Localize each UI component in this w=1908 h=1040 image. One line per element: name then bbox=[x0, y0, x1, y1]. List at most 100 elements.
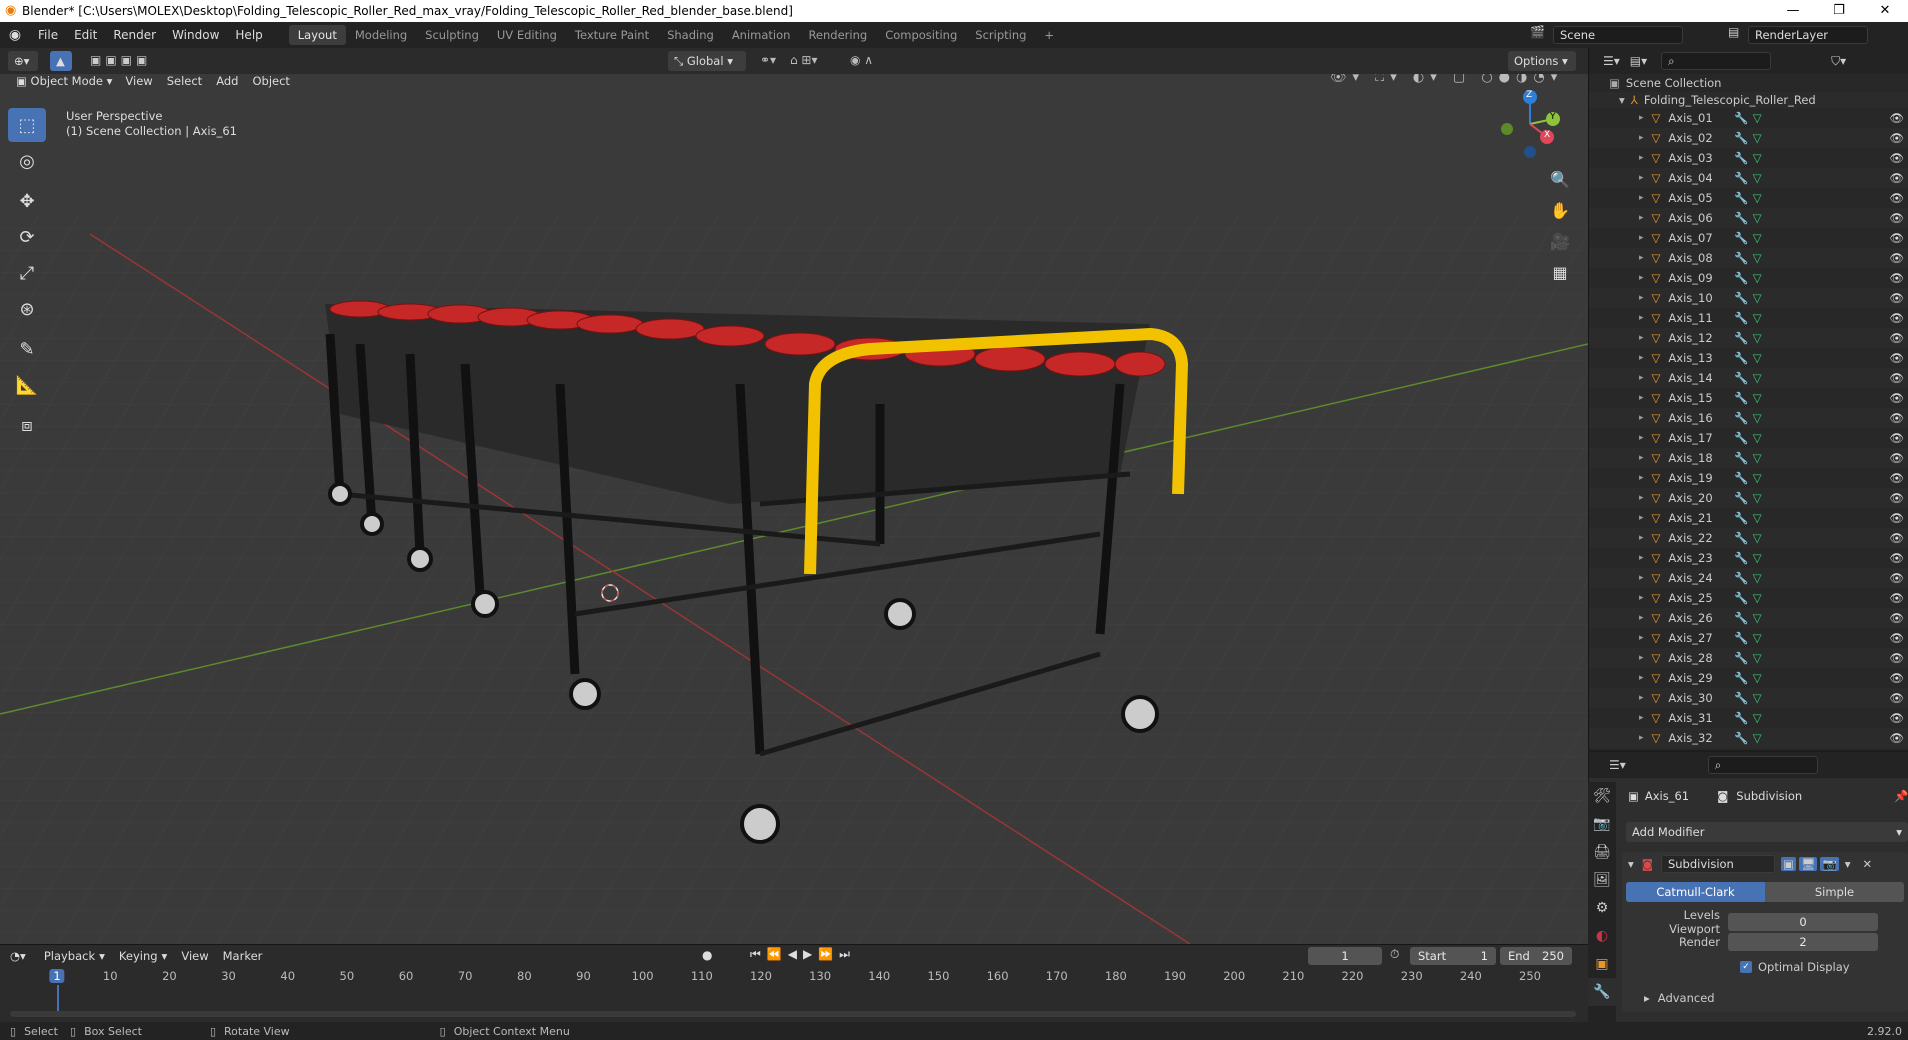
collapse-icon[interactable]: ▾ bbox=[1628, 857, 1634, 871]
outliner-item[interactable]: ▸ ▽ Axis_14 🔧 ▽ 👁 bbox=[1589, 368, 1908, 388]
modifier-wrench-icon[interactable]: 🔧 bbox=[1734, 431, 1748, 445]
visibility-eye-icon[interactable]: 👁 bbox=[1889, 391, 1904, 405]
visibility-eye-icon[interactable]: 👁 bbox=[1889, 491, 1904, 505]
visibility-eye-icon[interactable]: 👁 bbox=[1889, 111, 1904, 125]
outliner-item[interactable]: ▸ ▽ Axis_01 🔧 ▽ 👁 bbox=[1589, 108, 1908, 128]
perspective-grid-icon[interactable]: ▦ bbox=[1546, 257, 1574, 288]
expand-icon[interactable]: ▸ bbox=[1639, 493, 1644, 503]
visibility-eye-icon[interactable]: 👁 bbox=[1889, 251, 1904, 265]
expand-icon[interactable]: ▸ bbox=[1639, 333, 1644, 343]
filter-icon[interactable]: ⛉▾ bbox=[1831, 54, 1846, 69]
render-tab-icon[interactable]: 📷 bbox=[1588, 810, 1616, 838]
expand-icon[interactable]: ▸ bbox=[1639, 313, 1644, 323]
mesh-data-icon[interactable]: ▽ bbox=[1753, 651, 1762, 665]
visibility-eye-icon[interactable]: 👁 bbox=[1889, 551, 1904, 565]
modifier-name-input[interactable]: Subdivision bbox=[1660, 855, 1775, 873]
modifier-wrench-icon[interactable]: 🔧 bbox=[1734, 151, 1748, 165]
3d-viewport[interactable]: ▣ Object Mode ▾ View Select Add Object 👁… bbox=[0, 74, 1588, 944]
object-tab-icon[interactable]: ▣ bbox=[1588, 950, 1616, 978]
mesh-data-icon[interactable]: ▽ bbox=[1753, 711, 1762, 725]
visibility-eye-icon[interactable]: 👁 bbox=[1889, 651, 1904, 665]
modifier-wrench-icon[interactable]: 🔧 bbox=[1734, 331, 1748, 345]
expand-icon[interactable]: ▸ bbox=[1639, 213, 1644, 223]
modifier-wrench-icon[interactable]: 🔧 bbox=[1734, 671, 1748, 685]
viewport-toggle-icon[interactable]: 🖥 bbox=[1798, 857, 1818, 871]
mesh-data-icon[interactable]: ▽ bbox=[1753, 331, 1762, 345]
view-layer-tab-icon[interactable]: 🖼 bbox=[1588, 866, 1616, 894]
output-tab-icon[interactable]: 🖨 bbox=[1588, 838, 1616, 866]
mesh-data-icon[interactable]: ▽ bbox=[1753, 171, 1762, 185]
mesh-data-icon[interactable]: ▽ bbox=[1753, 151, 1762, 165]
mesh-data-icon[interactable]: ▽ bbox=[1753, 611, 1762, 625]
mesh-data-icon[interactable]: ▽ bbox=[1753, 211, 1762, 225]
visibility-eye-icon[interactable]: 👁 bbox=[1889, 271, 1904, 285]
tab-animation[interactable]: Animation bbox=[723, 25, 800, 45]
expand-icon[interactable]: ▸ bbox=[1639, 113, 1644, 123]
scale-tool-icon[interactable]: ⤢ bbox=[8, 256, 46, 290]
viewport-shading-icons[interactable]: 👁▾ ⛶▾ ◐▾ ▢ ○●◑◔▾ bbox=[1330, 74, 1563, 85]
outliner-item[interactable]: ▸ ▽ Axis_20 🔧 ▽ 👁 bbox=[1589, 488, 1908, 508]
expand-icon[interactable]: ▸ bbox=[1639, 373, 1644, 383]
remove-modifier-icon[interactable]: ✕ bbox=[1863, 857, 1873, 871]
mesh-data-icon[interactable]: ▽ bbox=[1753, 471, 1762, 485]
modifier-wrench-icon[interactable]: 🔧 bbox=[1734, 571, 1748, 585]
outliner-item[interactable]: ▸ ▽ Axis_07 🔧 ▽ 👁 bbox=[1589, 228, 1908, 248]
outliner-item[interactable]: ▸ ▽ Axis_24 🔧 ▽ 👁 bbox=[1589, 568, 1908, 588]
outliner-item[interactable]: ▸ ▽ Axis_28 🔧 ▽ 👁 bbox=[1589, 648, 1908, 668]
render-layer-selector[interactable]: RenderLayer bbox=[1748, 26, 1868, 44]
modifier-wrench-icon[interactable]: 🔧 bbox=[1734, 451, 1748, 465]
modifier-wrench-icon[interactable]: 🔧 bbox=[1734, 251, 1748, 265]
visibility-eye-icon[interactable]: 👁 bbox=[1889, 471, 1904, 485]
collection-row[interactable]: ▾ ⅄ Folding_Telescopic_Roller_Red bbox=[1589, 92, 1908, 108]
visibility-eye-icon[interactable]: 👁 bbox=[1889, 211, 1904, 225]
clock-icon[interactable]: ⏱ bbox=[1390, 947, 1399, 962]
transform-orientation-dropdown[interactable]: ⤡ Global ▾ bbox=[668, 51, 746, 71]
catmull-clark-button[interactable]: Catmull-Clark bbox=[1626, 882, 1765, 902]
properties-editor-icon[interactable]: ☰▾ bbox=[1609, 758, 1626, 772]
outliner-item[interactable]: ▸ ▽ Axis_23 🔧 ▽ 👁 bbox=[1589, 548, 1908, 568]
outliner-search-input[interactable]: ⌕ bbox=[1661, 52, 1772, 70]
menu-timeline-view[interactable]: View bbox=[181, 949, 208, 963]
visibility-eye-icon[interactable]: 👁 bbox=[1889, 311, 1904, 325]
menu-edit[interactable]: Edit bbox=[66, 22, 105, 48]
modifier-wrench-icon[interactable]: 🔧 bbox=[1734, 511, 1748, 525]
visibility-eye-icon[interactable]: 👁 bbox=[1889, 411, 1904, 425]
add-modifier-dropdown[interactable]: Add Modifier ▾ bbox=[1626, 822, 1908, 842]
expand-icon[interactable]: ▸ bbox=[1639, 393, 1644, 403]
mesh-data-icon[interactable]: ▽ bbox=[1753, 491, 1762, 505]
expand-icon[interactable]: ▸ bbox=[1639, 613, 1644, 623]
modifier-wrench-icon[interactable]: 🔧 bbox=[1734, 391, 1748, 405]
modifier-wrench-icon[interactable]: 🔧 bbox=[1734, 231, 1748, 245]
expand-icon[interactable]: ▸ bbox=[1639, 433, 1644, 443]
expand-icon[interactable]: ▸ bbox=[1639, 633, 1644, 643]
tab-uv-editing[interactable]: UV Editing bbox=[488, 25, 566, 45]
object-mode-dropdown[interactable]: ▣ Object Mode ▾ bbox=[10, 74, 118, 91]
outliner-item[interactable]: ▸ ▽ Axis_15 🔧 ▽ 👁 bbox=[1589, 388, 1908, 408]
mesh-data-icon[interactable]: ▽ bbox=[1753, 351, 1762, 365]
mesh-data-icon[interactable]: ▽ bbox=[1753, 111, 1762, 125]
outliner-item[interactable]: ▸ ▽ Axis_27 🔧 ▽ 👁 bbox=[1589, 628, 1908, 648]
outliner-item[interactable]: ▸ ▽ Axis_06 🔧 ▽ 👁 bbox=[1589, 208, 1908, 228]
outliner-item[interactable]: ▸ ▽ Axis_32 🔧 ▽ 👁 bbox=[1589, 728, 1908, 748]
expand-icon[interactable]: ▸ bbox=[1639, 713, 1644, 723]
record-keyframe-icon[interactable]: ● bbox=[702, 948, 712, 962]
modifier-wrench-icon[interactable]: 🔧 bbox=[1734, 591, 1748, 605]
maximize-button[interactable]: ❐ bbox=[1816, 0, 1862, 22]
end-frame-field[interactable]: End 250 bbox=[1500, 947, 1572, 965]
visibility-eye-icon[interactable]: 👁 bbox=[1889, 591, 1904, 605]
playhead[interactable] bbox=[57, 985, 59, 1011]
simple-button[interactable]: Simple bbox=[1765, 882, 1904, 902]
timeline-editor-icon[interactable]: ◔▾ bbox=[10, 949, 26, 963]
modifier-wrench-icon[interactable]: 🔧 bbox=[1734, 471, 1748, 485]
outliner-item[interactable]: ▸ ▽ Axis_12 🔧 ▽ 👁 bbox=[1589, 328, 1908, 348]
mesh-data-icon[interactable]: ▽ bbox=[1753, 451, 1762, 465]
move-tool-icon[interactable]: ✥ bbox=[8, 184, 46, 218]
mesh-data-icon[interactable]: ▽ bbox=[1753, 231, 1762, 245]
menu-file[interactable]: File bbox=[30, 22, 66, 48]
outliner-item[interactable]: ▸ ▽ Axis_03 🔧 ▽ 👁 bbox=[1589, 148, 1908, 168]
menu-select[interactable]: Select bbox=[160, 74, 209, 94]
current-frame-field[interactable]: 1 bbox=[1308, 947, 1382, 965]
menu-help[interactable]: Help bbox=[227, 22, 270, 48]
select-box-tool-icon[interactable]: ⬚ bbox=[8, 108, 46, 142]
options-dropdown[interactable]: Options ▾ bbox=[1508, 51, 1576, 71]
